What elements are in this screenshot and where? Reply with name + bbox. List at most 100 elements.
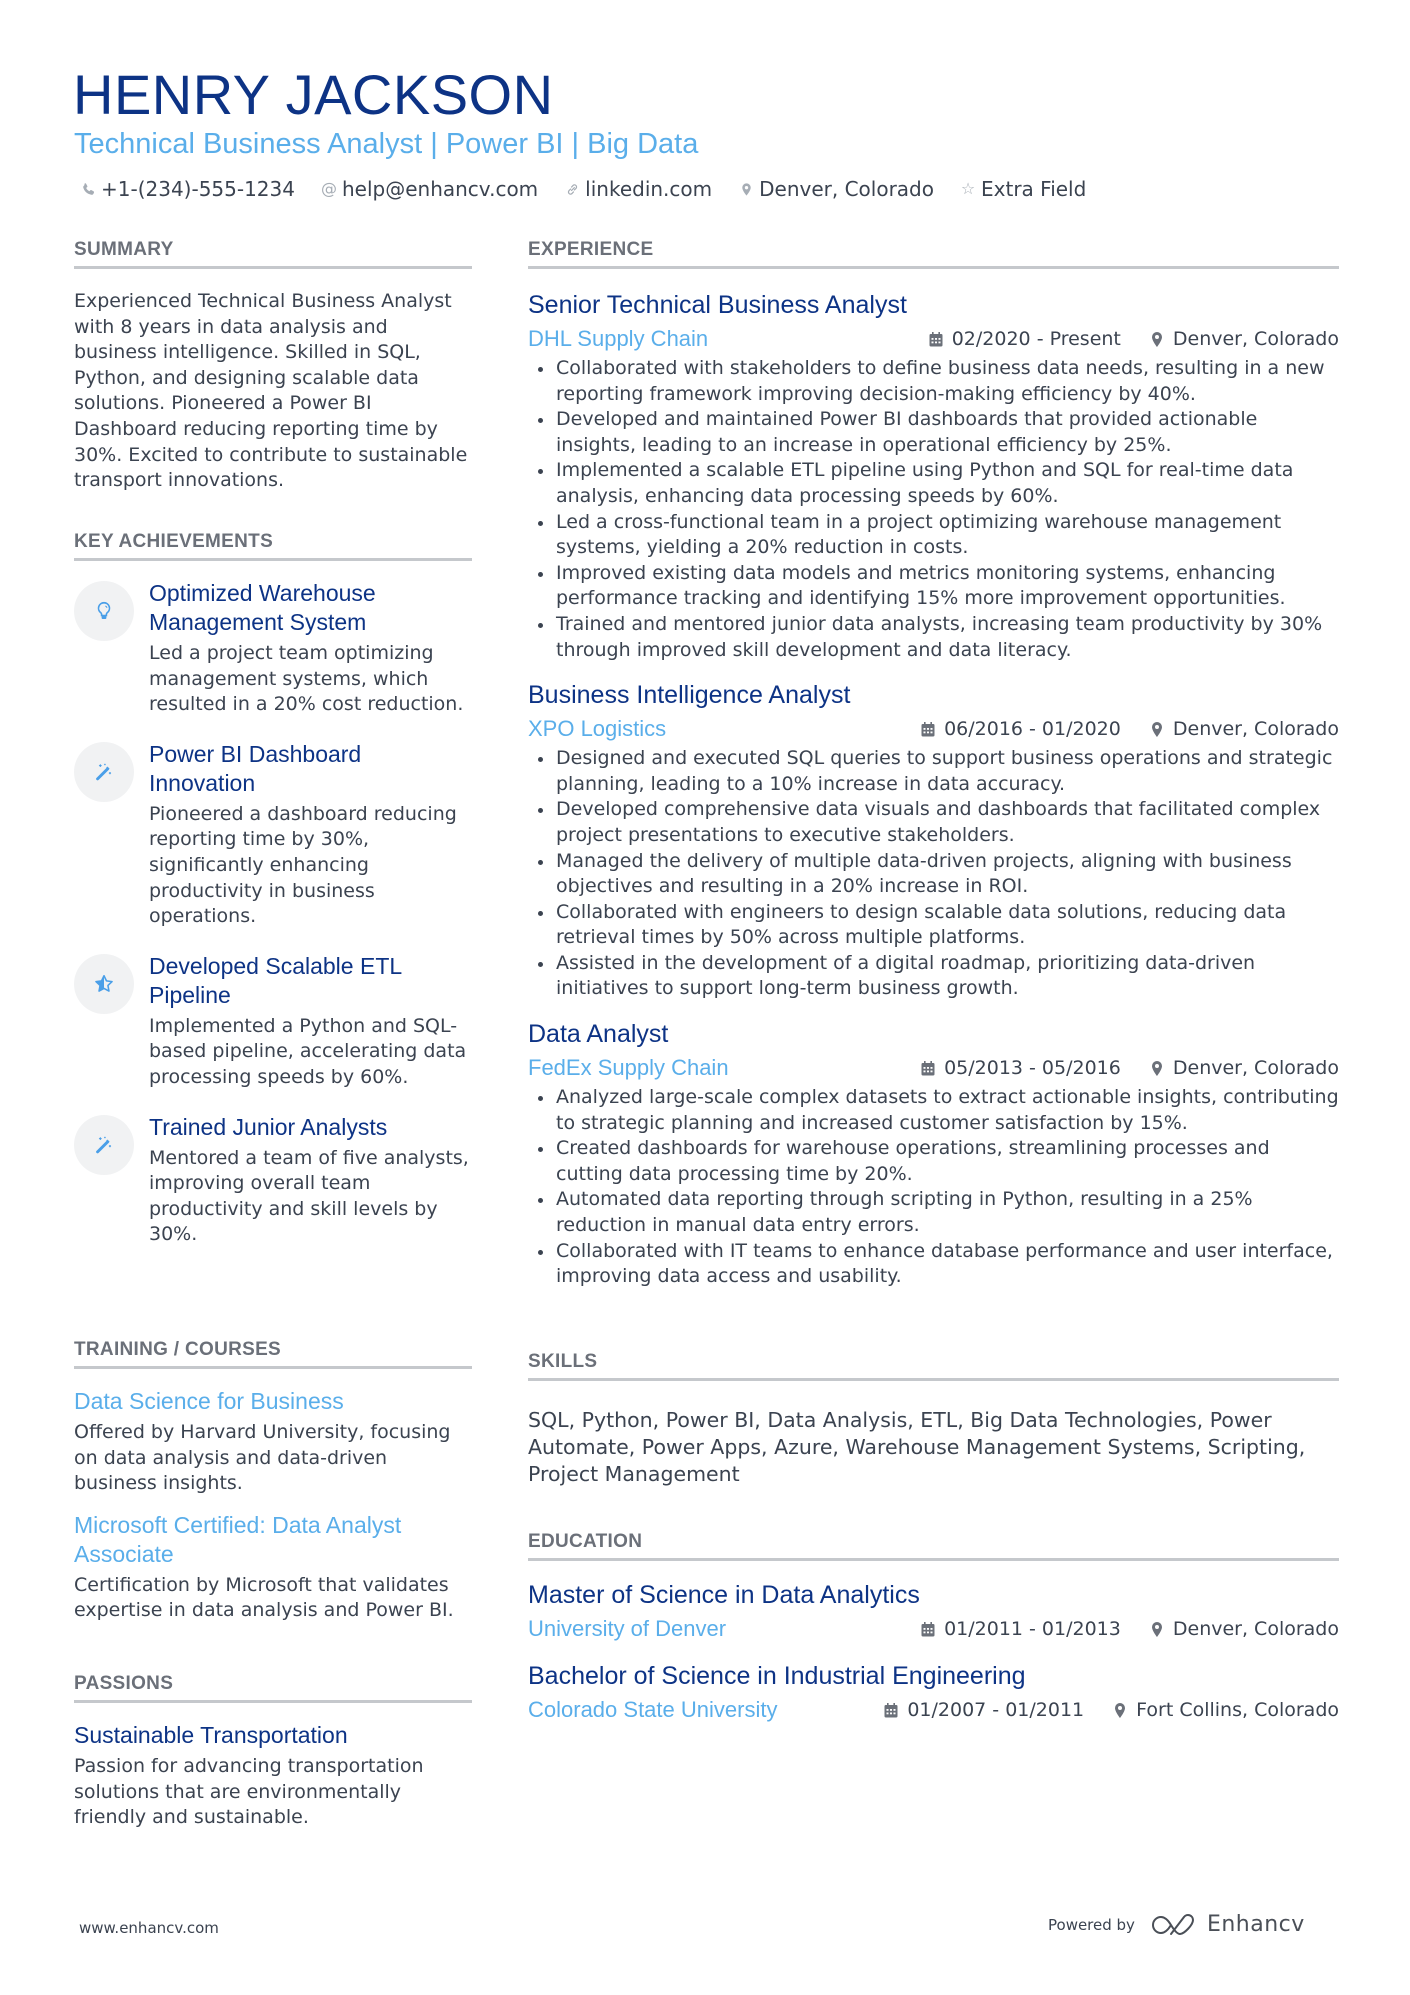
experience-heading: EXPERIENCE (528, 238, 1339, 269)
contact-phone-text: +1-(234)-555-1234 (101, 177, 295, 201)
job-bullet: Created dashboards for warehouse operati… (528, 1136, 1339, 1187)
powered-by-label: Powered by (1048, 1915, 1135, 1934)
location-pin-icon (1151, 331, 1162, 347)
education-section: EDUCATION Master of Science in Data Anal… (528, 1530, 1339, 1725)
job-dates: 02/2020 - Present (951, 328, 1121, 350)
calendar-icon (921, 721, 935, 737)
contact-linkedin[interactable]: linkedin.com (564, 176, 712, 202)
company-name: XPO Logistics (528, 716, 667, 742)
contact-email-text: help@enhancv.com (341, 177, 539, 201)
location-pin-icon (1151, 1060, 1162, 1076)
job-bullet: Developed comprehensive data visuals and… (528, 797, 1339, 848)
job-location: Denver, Colorado (1172, 328, 1339, 350)
company-name: DHL Supply Chain (528, 326, 709, 351)
lightbulb-icon (74, 581, 134, 641)
achievement-description: Pioneered a dashboard reducing reporting… (149, 802, 457, 928)
passion-description: Passion for advancing transportation sol… (74, 1755, 424, 1829)
skills-text: SQL, Python, Power BI, Data Analysis, ET… (528, 1408, 1306, 1486)
course-description: Certification by Microsoft that validate… (74, 1573, 454, 1622)
job-bullets: Analyzed large-scale complex datasets to… (528, 1085, 1339, 1290)
location-pin-icon (1115, 1702, 1126, 1718)
summary-text: Experienced Technical Business Analyst w… (74, 290, 468, 492)
school-name: University of Denver (528, 1616, 727, 1641)
job-dates: 05/2013 - 05/2016 (944, 1057, 1121, 1080)
location-pin-icon (1151, 721, 1162, 737)
location-pin-icon (738, 182, 754, 197)
achievement-item: Power BI Dashboard Innovation Pioneered … (74, 740, 472, 930)
summary-section: SUMMARY Experienced Technical Business A… (74, 238, 472, 494)
summary-heading: SUMMARY (74, 238, 472, 269)
achievement-item: Trained Junior Analysts Mentored a team … (74, 1113, 472, 1248)
job-bullet: Designed and executed SQL queries to sup… (528, 746, 1339, 797)
skills-heading: SKILLS (528, 1350, 1339, 1381)
course-title: Data Science for Business (74, 1388, 344, 1414)
job-title: Senior Technical Business Analyst (528, 291, 907, 319)
footer-website-link[interactable]: www.enhancv.com (79, 1919, 219, 1937)
contact-email[interactable]: @ help@enhancv.com (321, 176, 538, 202)
passions-heading: PASSIONS (74, 1672, 472, 1703)
skills-section: SKILLS SQL, Python, Power BI, Data Analy… (528, 1350, 1339, 1488)
location-pin-icon (1151, 1621, 1162, 1637)
job-bullets: Collaborated with stakeholders to define… (528, 356, 1339, 663)
education-dates: 01/2011 - 01/2013 (944, 1618, 1121, 1640)
achievement-item: Developed Scalable ETL Pipeline Implemen… (74, 952, 472, 1091)
job-bullet: Collaborated with stakeholders to define… (528, 356, 1339, 407)
course-item: Microsoft Certified: Data Analyst Associ… (74, 1511, 472, 1624)
experience-section: EXPERIENCE Senior Technical Business Ana… (528, 238, 1339, 1290)
job-location: Denver, Colorado (1172, 718, 1339, 741)
education-dates: 01/2007 - 01/2011 (907, 1699, 1085, 1721)
contact-bar: +1-(234)-555-1234 @ help@enhancv.com lin… (80, 176, 1086, 202)
job-bullet: Analyzed large-scale complex datasets to… (528, 1085, 1339, 1136)
school-name: Colorado State University (528, 1697, 778, 1722)
course-title: Microsoft Certified: Data Analyst Associ… (74, 1511, 402, 1567)
job-bullet: Led a cross-functional team in a project… (528, 510, 1339, 561)
job-dates: 06/2016 - 01/2020 (944, 718, 1121, 741)
job-bullet: Collaborated with IT teams to enhance da… (528, 1239, 1339, 1290)
contact-extra: ☆ Extra Field (960, 176, 1086, 202)
calendar-icon (921, 1060, 935, 1076)
job-entry: Data Analyst FedEx Supply Chain 05/2013 … (528, 1018, 1339, 1290)
contact-phone[interactable]: +1-(234)-555-1234 (80, 176, 295, 202)
achievement-description: Led a project team optimizing management… (149, 642, 464, 716)
calendar-icon (884, 1702, 898, 1717)
candidate-headline: Technical Business Analyst | Power BI | … (74, 128, 699, 160)
job-bullet: Collaborated with engineers to design sc… (528, 900, 1339, 951)
training-section: TRAINING / COURSES Data Science for Busi… (74, 1338, 472, 1624)
achievements-section: KEY ACHIEVEMENTS Optimized Warehouse Man… (74, 530, 472, 1270)
job-bullet: Trained and mentored junior data analyst… (528, 612, 1339, 663)
magic-wand-icon (74, 741, 134, 802)
passion-title: Sustainable Transportation (74, 1722, 348, 1748)
phone-icon (80, 182, 96, 197)
achievement-item: Optimized Warehouse Management System Le… (74, 579, 472, 718)
job-title: Business Intelligence Analyst (528, 681, 851, 710)
job-bullet: Assisted in the development of a digital… (528, 951, 1339, 1002)
resume-page: HENRY JACKSON Technical Business Analyst… (0, 0, 1410, 1995)
job-entry: Senior Technical Business Analyst DHL Su… (528, 289, 1339, 663)
course-item: Data Science for Business Offered by Har… (74, 1387, 472, 1497)
brand-name: Enhancv (1206, 1912, 1305, 1937)
candidate-name: HENRY JACKSON (73, 63, 554, 126)
job-bullet: Implemented a scalable ETL pipeline usin… (528, 458, 1339, 509)
achievements-heading: KEY ACHIEVEMENTS (74, 530, 472, 561)
passions-section: PASSIONS Sustainable Transportation Pass… (74, 1672, 472, 1831)
achievement-title: Power BI Dashboard Innovation (149, 740, 362, 796)
job-bullet: Automated data reporting through scripti… (528, 1187, 1339, 1238)
achievement-description: Mentored a team of five analysts, improv… (149, 1146, 469, 1246)
job-location: Denver, Colorado (1172, 1057, 1339, 1080)
enhancv-logo-icon (1152, 1913, 1194, 1935)
degree-title: Bachelor of Science in Industrial Engine… (528, 1662, 1026, 1690)
job-bullet: Managed the delivery of multiple data-dr… (528, 849, 1339, 900)
calendar-icon (929, 331, 943, 346)
footer-branding: Powered by Enhancv (1048, 1912, 1305, 1937)
education-location: Fort Collins, Colorado (1136, 1699, 1339, 1721)
link-icon (564, 182, 580, 197)
education-location: Denver, Colorado (1172, 1618, 1339, 1640)
education-entry: Master of Science in Data Analytics Univ… (528, 1579, 1339, 1644)
training-heading: TRAINING / COURSES (74, 1338, 472, 1369)
company-name: FedEx Supply Chain (528, 1055, 729, 1081)
job-entry: Business Intelligence Analyst XPO Logist… (528, 679, 1339, 1002)
course-description: Offered by Harvard University, focusing … (74, 1421, 451, 1495)
degree-title: Master of Science in Data Analytics (528, 1581, 920, 1609)
brand-logo[interactable]: Enhancv (1151, 1912, 1305, 1937)
magic-wand-icon (74, 1114, 134, 1175)
